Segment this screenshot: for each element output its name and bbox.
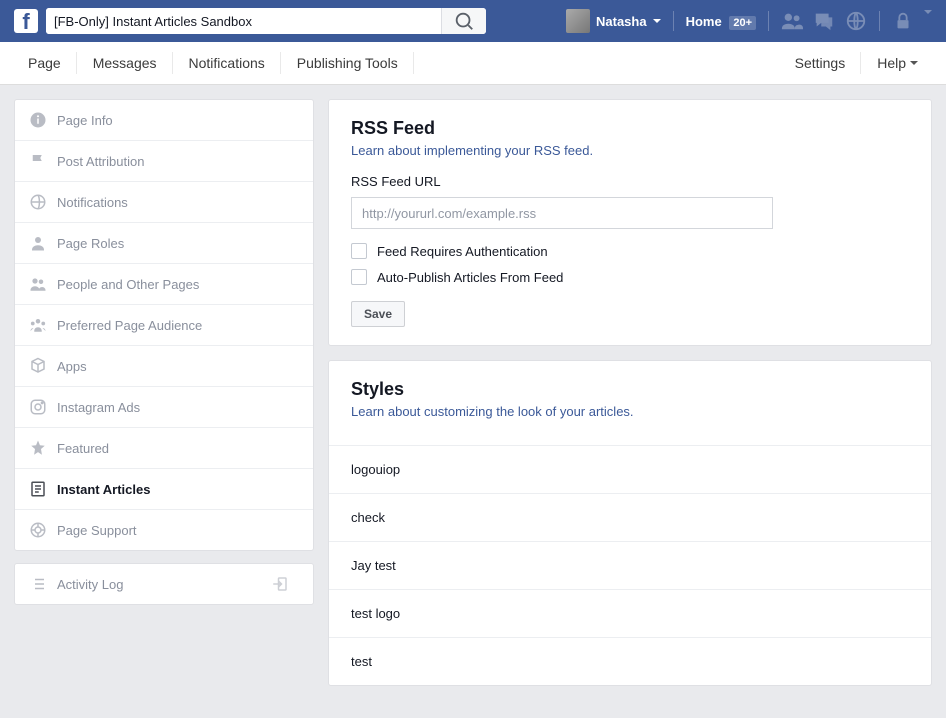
tab-settings[interactable]: Settings xyxy=(779,42,862,84)
tab-messages[interactable]: Messages xyxy=(77,42,173,84)
info-icon xyxy=(29,111,47,129)
user-name: Natasha xyxy=(596,14,647,29)
save-button[interactable]: Save xyxy=(351,301,405,327)
chevron-down-icon[interactable] xyxy=(924,10,932,14)
search-icon xyxy=(453,10,475,32)
rss-url-label: RSS Feed URL xyxy=(351,174,909,189)
avatar xyxy=(566,9,590,33)
facebook-logo[interactable]: f xyxy=(14,9,38,33)
list-icon xyxy=(29,575,47,593)
sidebar-item-page-support[interactable]: Page Support xyxy=(15,510,313,550)
sidebar-item-featured[interactable]: Featured xyxy=(15,428,313,469)
style-item[interactable]: logouiop xyxy=(329,446,931,494)
cube-icon xyxy=(29,357,47,375)
audience-icon xyxy=(29,316,47,334)
sidebar-item-apps[interactable]: Apps xyxy=(15,346,313,387)
sidebar-item-activity-log[interactable]: Activity Log xyxy=(15,564,313,604)
search-box xyxy=(46,8,486,34)
friends-icon[interactable] xyxy=(781,10,803,32)
sidebar-item-instant-articles[interactable]: Instant Articles xyxy=(15,469,313,510)
rss-feed-card: RSS Feed Learn about implementing your R… xyxy=(328,99,932,346)
chevron-down-icon xyxy=(910,61,918,65)
sidebar-item-people[interactable]: People and Other Pages xyxy=(15,264,313,305)
flag-icon xyxy=(29,152,47,170)
notification-badge: 20+ xyxy=(729,16,756,30)
divider xyxy=(673,11,674,31)
styles-heading: Styles xyxy=(351,379,909,400)
settings-sidebar: Page Info Post Attribution Notifications… xyxy=(14,99,314,551)
sidebar-item-instagram[interactable]: Instagram Ads xyxy=(15,387,313,428)
search-button[interactable] xyxy=(441,8,486,34)
messages-icon[interactable] xyxy=(813,10,835,32)
instagram-icon xyxy=(29,398,47,416)
rss-url-input[interactable] xyxy=(351,197,773,229)
sidebar-item-post-attribution[interactable]: Post Attribution xyxy=(15,141,313,182)
chevron-down-icon xyxy=(653,19,661,23)
divider xyxy=(879,11,880,31)
checkbox-icon xyxy=(351,243,367,259)
user-menu[interactable]: Natasha xyxy=(566,9,661,33)
styles-list: logouiop check Jay test test logo test xyxy=(329,445,931,685)
top-bar: f Natasha Home 20+ xyxy=(0,0,946,42)
style-item[interactable]: test xyxy=(329,638,931,685)
sidebar-item-page-roles[interactable]: Page Roles xyxy=(15,223,313,264)
style-item[interactable]: check xyxy=(329,494,931,542)
tab-page[interactable]: Page xyxy=(12,42,77,84)
search-input[interactable] xyxy=(46,8,441,34)
tab-help[interactable]: Help xyxy=(861,42,934,84)
tab-publishing[interactable]: Publishing Tools xyxy=(281,42,414,84)
checkbox-icon xyxy=(351,269,367,285)
rss-heading: RSS Feed xyxy=(351,118,909,139)
divider xyxy=(768,11,769,31)
tab-notifications[interactable]: Notifications xyxy=(173,42,281,84)
style-item[interactable]: Jay test xyxy=(329,542,931,590)
home-link[interactable]: Home 20+ xyxy=(686,14,756,29)
lock-icon[interactable] xyxy=(892,10,914,32)
support-icon xyxy=(29,521,47,539)
auto-publish-checkbox[interactable]: Auto-Publish Articles From Feed xyxy=(351,269,909,285)
people-icon xyxy=(29,275,47,293)
globe-icon xyxy=(29,193,47,211)
sidebar-item-audience[interactable]: Preferred Page Audience xyxy=(15,305,313,346)
enter-icon xyxy=(271,575,289,593)
styles-learn-link[interactable]: Learn about customizing the look of your… xyxy=(351,404,634,419)
style-item[interactable]: test logo xyxy=(329,590,931,638)
star-icon xyxy=(29,439,47,457)
sidebar-item-notifications[interactable]: Notifications xyxy=(15,182,313,223)
person-icon xyxy=(29,234,47,252)
feed-auth-checkbox[interactable]: Feed Requires Authentication xyxy=(351,243,909,259)
styles-card: Styles Learn about customizing the look … xyxy=(328,360,932,686)
sidebar-item-page-info[interactable]: Page Info xyxy=(15,100,313,141)
article-icon xyxy=(29,480,47,498)
rss-learn-link[interactable]: Learn about implementing your RSS feed. xyxy=(351,143,593,158)
globe-icon[interactable] xyxy=(845,10,867,32)
page-tabs: Page Messages Notifications Publishing T… xyxy=(0,42,946,85)
